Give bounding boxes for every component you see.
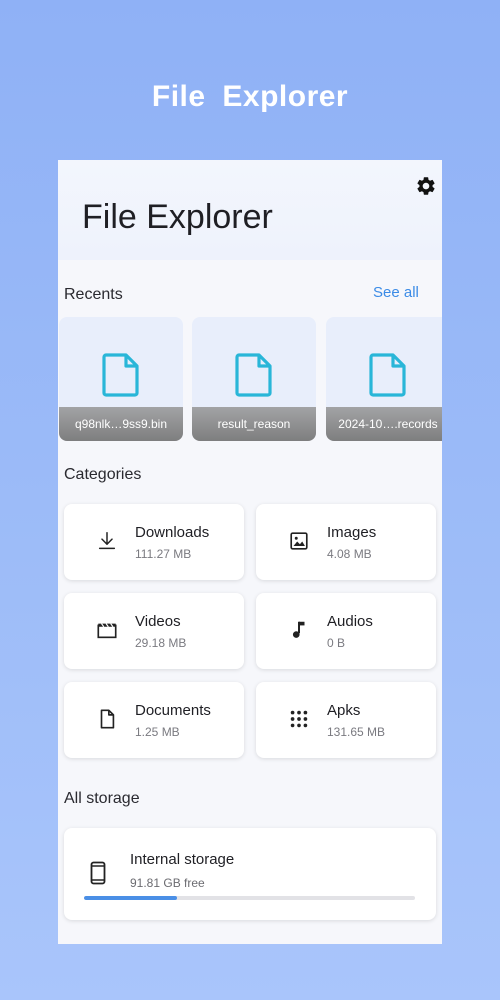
category-name: Downloads bbox=[135, 524, 210, 541]
category-videos[interactable]: Videos 29.18 MB bbox=[64, 593, 244, 669]
recents-heading: Recents bbox=[64, 286, 123, 303]
recent-file-card[interactable]: 2024-10….records bbox=[326, 317, 442, 441]
category-name: Videos bbox=[135, 613, 181, 630]
storage-usage-fill bbox=[84, 896, 177, 900]
category-name: Documents bbox=[135, 702, 211, 719]
recent-file-card[interactable]: result_reason bbox=[192, 317, 316, 441]
video-icon bbox=[97, 623, 117, 639]
file-icon bbox=[235, 353, 272, 397]
phone-icon bbox=[90, 861, 106, 885]
category-name: Apks bbox=[327, 702, 361, 719]
storage-usage-bar bbox=[84, 896, 415, 900]
category-name: Audios bbox=[327, 613, 373, 630]
storage-internal[interactable]: Internal storage 91.81 GB free bbox=[64, 828, 436, 920]
download-icon bbox=[98, 532, 116, 550]
file-icon bbox=[102, 353, 139, 397]
storage-free-space: 91.81 GB free bbox=[130, 876, 205, 890]
recent-file-name: result_reason bbox=[192, 407, 316, 441]
category-name: Images bbox=[327, 524, 377, 541]
document-icon bbox=[100, 709, 115, 729]
category-size: 1.25 MB bbox=[135, 725, 180, 739]
category-downloads[interactable]: Downloads 111.27 MB bbox=[64, 504, 244, 580]
all-storage-heading: All storage bbox=[64, 790, 140, 807]
see-all-link[interactable]: See all bbox=[373, 284, 419, 301]
music-note-icon bbox=[292, 621, 305, 638]
category-apks[interactable]: Apks 131.65 MB bbox=[256, 682, 436, 758]
image-icon bbox=[290, 532, 308, 550]
file-icon bbox=[369, 353, 406, 397]
storage-name: Internal storage bbox=[130, 851, 235, 868]
recents-list: q98nlk…9ss9.bin result_reason 2024-10….r… bbox=[58, 317, 442, 441]
category-size: 0 B bbox=[327, 636, 346, 650]
category-size: 111.27 MB bbox=[135, 547, 192, 561]
app-header: File Explorer bbox=[58, 160, 442, 260]
apps-grid-icon bbox=[290, 710, 308, 728]
promo-title: File Explorer bbox=[151, 80, 349, 113]
category-documents[interactable]: Documents 1.25 MB bbox=[64, 682, 244, 758]
app-screen: File Explorer Recents See all q98nlk…9ss… bbox=[58, 160, 442, 944]
category-size: 29.18 MB bbox=[135, 636, 187, 650]
category-images[interactable]: Images 4.08 MB bbox=[256, 504, 436, 580]
category-size: 131.65 MB bbox=[327, 725, 386, 739]
page-title: File Explorer bbox=[82, 198, 273, 236]
category-audios[interactable]: Audios 0 B bbox=[256, 593, 436, 669]
recent-file-card[interactable]: q98nlk…9ss9.bin bbox=[59, 317, 183, 441]
gear-icon[interactable] bbox=[415, 175, 437, 197]
recent-file-name: q98nlk…9ss9.bin bbox=[59, 407, 183, 441]
category-size: 4.08 MB bbox=[327, 547, 372, 561]
recent-file-name: 2024-10….records bbox=[326, 407, 442, 441]
categories-heading: Categories bbox=[64, 466, 142, 483]
